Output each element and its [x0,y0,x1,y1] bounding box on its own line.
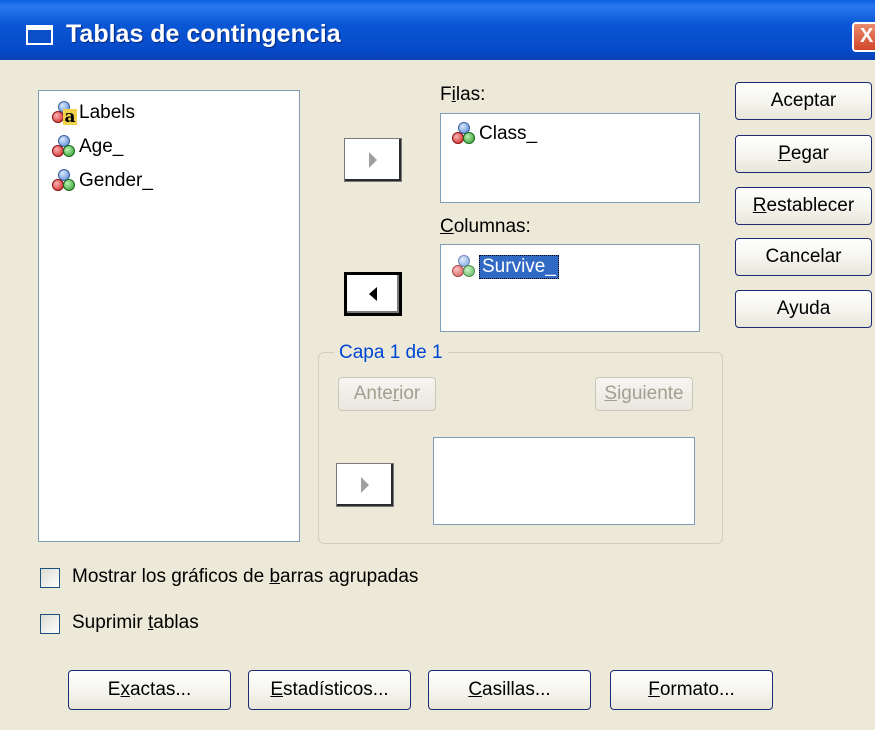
variable-label: Age_ [79,136,124,157]
nominal-variable-icon [51,167,77,195]
window-title: Tablas de contingencia [66,20,341,48]
list-item[interactable]: Survive_ [451,253,559,281]
clustered-bars-checkbox[interactable] [40,568,60,588]
close-icon: X [860,25,874,47]
variable-label: Gender_ [79,170,153,191]
list-item[interactable]: a Labels [51,99,135,127]
window-icon [26,25,53,45]
cells-button[interactable]: Casillas... [428,670,591,710]
dialog-window: Tablas de contingencia X a Labels Age_ G… [0,0,875,730]
layer-list[interactable] [433,437,695,525]
arrow-right-icon [361,477,369,493]
suppress-tables-checkbox[interactable] [40,614,60,634]
nominal-variable-icon [451,253,477,281]
columns-list[interactable]: Survive_ [440,244,700,332]
help-button[interactable]: Ayuda [735,290,872,328]
close-button[interactable]: X [852,22,875,52]
rows-list[interactable]: Class_ [440,113,700,203]
source-variable-list[interactable]: a Labels Age_ Gender_ [38,90,300,542]
move-to-rows-button[interactable] [344,138,402,182]
arrow-right-icon [369,152,377,168]
nominal-variable-icon [51,133,77,161]
arrow-left-icon [369,287,377,301]
variable-label: Labels [79,102,135,123]
exact-button[interactable]: Exactas... [68,670,231,710]
variable-label: Survive_ [479,255,559,279]
clustered-bars-label[interactable]: Mostrar los gráficos de barras agrupadas [72,566,418,588]
list-item[interactable]: Gender_ [51,167,153,195]
previous-layer-button[interactable]: Anterior [338,377,436,411]
paste-button[interactable]: Pegar [735,135,872,173]
reset-button[interactable]: Restablecer [735,187,872,225]
variable-label: Class_ [479,123,538,144]
next-layer-button[interactable]: Siguiente [595,377,693,411]
layer-legend: Capa 1 de 1 [334,342,448,364]
accept-button[interactable]: Aceptar [735,82,872,120]
format-button[interactable]: Formato... [610,670,773,710]
nominal-variable-icon [451,120,477,148]
statistics-button[interactable]: Estadísticos... [248,670,411,710]
move-from-columns-button[interactable] [344,272,402,316]
title-bar[interactable]: Tablas de contingencia X [0,0,875,60]
rows-label: Filas: [440,84,486,105]
string-variable-icon: a [51,99,77,127]
columns-label: Columnas: [440,216,531,237]
suppress-tables-label[interactable]: Suprimir tablas [72,612,199,634]
list-item[interactable]: Age_ [51,133,123,161]
move-to-layer-button[interactable] [336,463,394,507]
list-item[interactable]: Class_ [451,120,537,148]
cancel-button[interactable]: Cancelar [735,238,872,276]
